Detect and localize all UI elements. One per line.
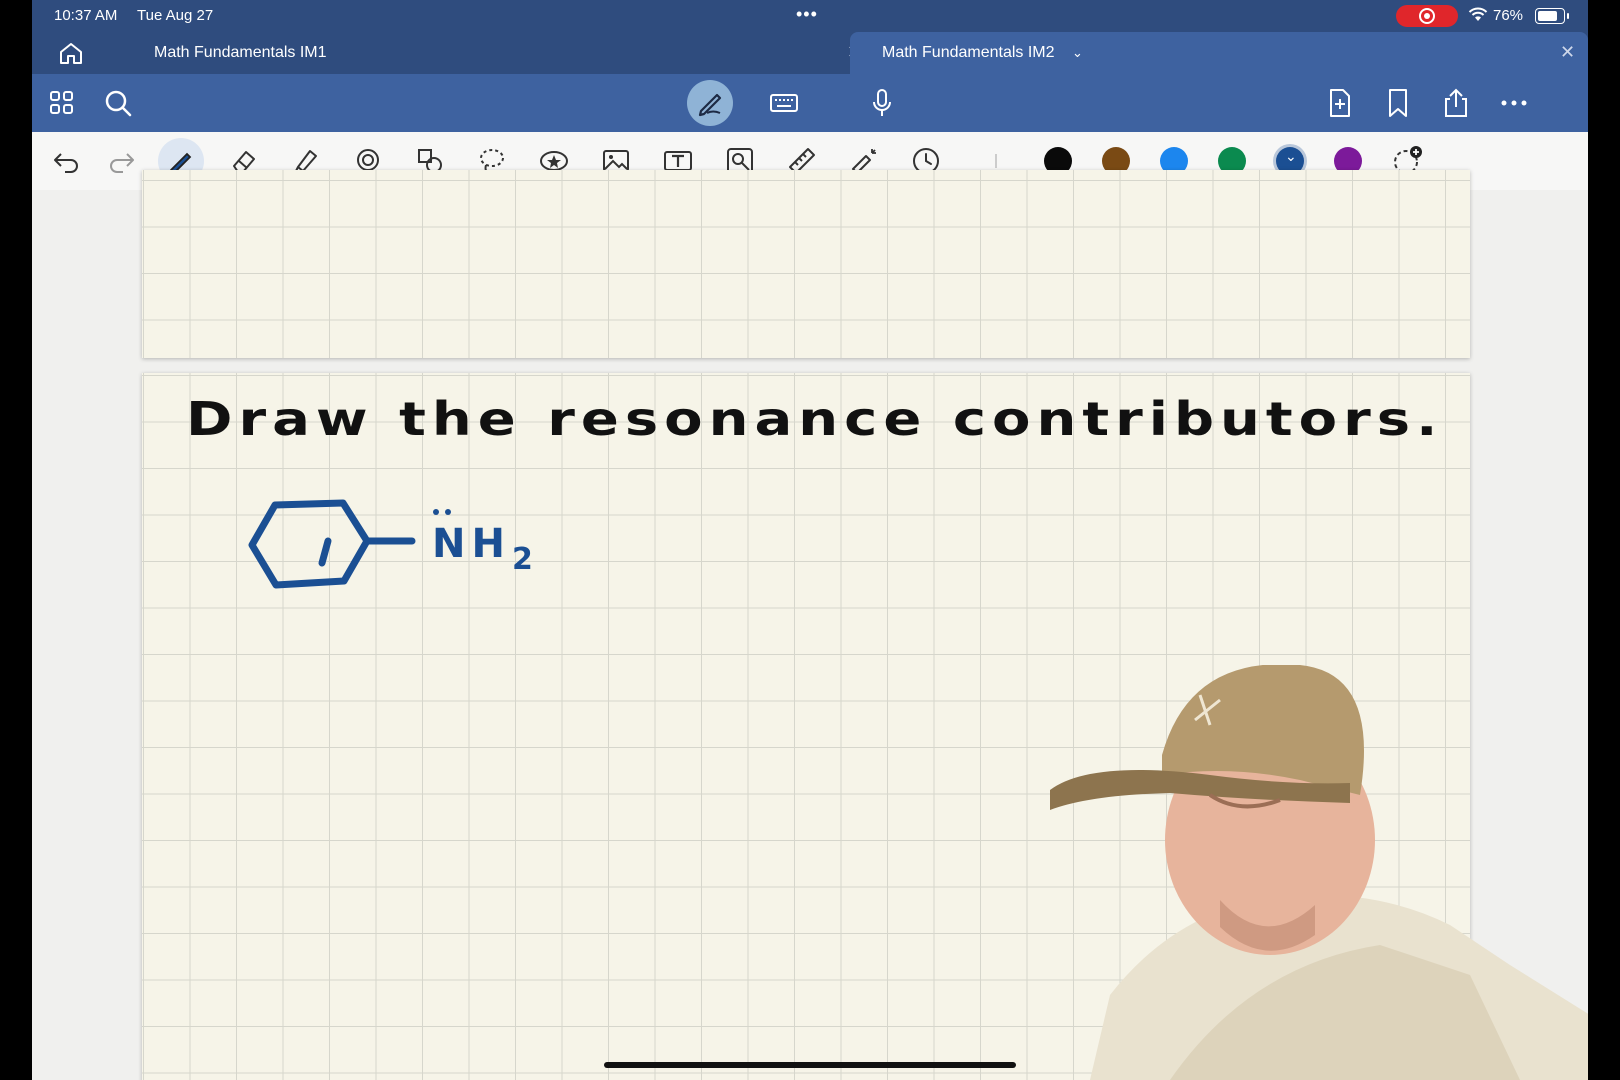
screen-recording-icon[interactable] — [1396, 5, 1458, 27]
tab-math-fundamentals-im2[interactable]: Math Fundamentals IM2 ⌄ ✕ — [850, 32, 1588, 74]
status-date: Tue Aug 27 — [137, 7, 214, 24]
home-icon[interactable] — [58, 41, 84, 65]
share-icon[interactable] — [1440, 87, 1472, 119]
tab-bar: Math Fundamentals IM1 ✕ Math Fundamental… — [32, 32, 1588, 74]
lone-pair-dot — [433, 509, 439, 515]
battery-icon — [1535, 8, 1569, 24]
pen-mode-icon — [698, 93, 722, 117]
grid-icon[interactable] — [46, 87, 78, 119]
status-time: 10:37 AM — [54, 7, 118, 24]
toolbar-divider — [995, 154, 997, 168]
battery-percent: 76% — [1493, 7, 1524, 24]
home-indicator[interactable] — [604, 1062, 1016, 1068]
presenter-webcam-overlay — [1050, 665, 1588, 1080]
amine-subscript: 2 — [512, 542, 533, 577]
main-toolbar — [32, 74, 1588, 132]
notebook-page-previous[interactable] — [142, 170, 1470, 358]
microphone-icon[interactable] — [866, 87, 898, 119]
tab-title: Math Fundamentals IM2 — [882, 44, 1055, 61]
bookmark-icon[interactable] — [1382, 87, 1414, 119]
pen-mode-button[interactable] — [687, 80, 733, 126]
close-tab-icon[interactable]: ✕ — [1560, 42, 1575, 63]
redo-icon[interactable] — [106, 145, 138, 177]
ipad-screen: 10:37 AM Tue Aug 27 ••• 76% Math Fundame… — [32, 0, 1588, 1080]
handwritten-heading: Draw the resonance contributors. — [186, 393, 1444, 447]
status-bar: 10:37 AM Tue Aug 27 ••• 76% — [32, 0, 1588, 32]
tab-math-fundamentals-im1[interactable]: Math Fundamentals IM1 ✕ — [110, 32, 880, 74]
wifi-icon — [1468, 7, 1488, 21]
aniline-drawing: NH 2 — [248, 499, 533, 589]
undo-icon[interactable] — [50, 145, 82, 177]
lone-pair-dot — [445, 509, 451, 515]
add-page-icon[interactable] — [1324, 87, 1356, 119]
search-icon[interactable] — [102, 87, 134, 119]
chevron-down-icon[interactable]: ⌄ — [1072, 45, 1083, 61]
more-icon[interactable] — [1498, 87, 1530, 119]
multitasking-dots-icon[interactable]: ••• — [796, 4, 818, 25]
tab-title: Math Fundamentals IM1 — [154, 44, 327, 61]
keyboard-icon[interactable] — [768, 87, 800, 119]
amine-label: NH — [432, 521, 511, 567]
